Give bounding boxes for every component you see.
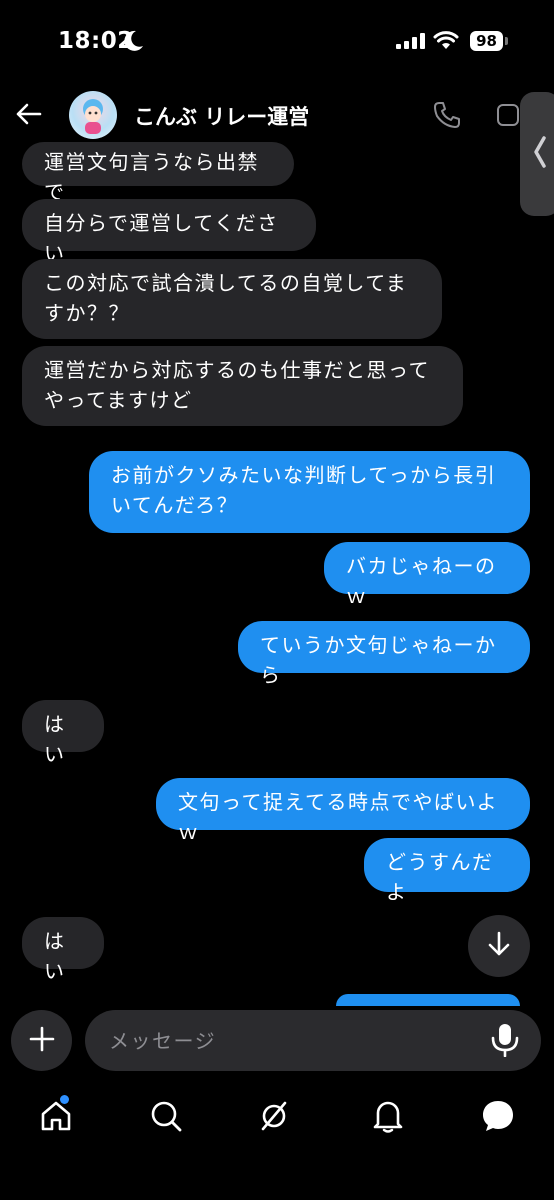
battery-cap (505, 37, 508, 45)
wifi-icon (433, 31, 459, 55)
moon-icon (124, 30, 144, 56)
messages-icon (480, 1098, 516, 1138)
status-time: 18:02 (58, 28, 134, 54)
tab-notifications[interactable] (368, 1098, 408, 1138)
chat-title[interactable]: こんぶ リレー運営 (134, 101, 309, 131)
arrow-down-icon (485, 930, 513, 962)
tab-search[interactable] (146, 1098, 186, 1138)
tab-messages[interactable] (478, 1098, 518, 1138)
signal-icon (396, 33, 426, 53)
notifications-icon (371, 1098, 405, 1138)
message-outgoing[interactable]: どうすんだよ (364, 838, 530, 904)
message-incoming[interactable]: 自分らで運営してください (22, 199, 316, 265)
message-incoming[interactable]: この対応で試合潰してるの自覚してますか？？ (22, 259, 442, 339)
notification-dot (60, 1095, 69, 1104)
microphone-icon[interactable] (490, 1023, 520, 1061)
scroll-to-bottom-button[interactable] (468, 915, 530, 977)
message-outgoing[interactable]: 文句って捉えてる時点でやばいよｗ (156, 778, 530, 844)
add-attachment-button[interactable] (11, 1010, 72, 1071)
avatar[interactable] (69, 91, 117, 139)
message-incoming[interactable]: 運営だから対応するのも仕事だと思ってやってますけど (22, 346, 463, 426)
tab-home[interactable] (36, 1098, 76, 1138)
message-input[interactable] (85, 1010, 541, 1071)
message-outgoing[interactable]: バカじゃねーのｗ (324, 542, 530, 608)
home-icon (38, 1098, 74, 1138)
message-outgoing[interactable]: ていうか文句じゃねーから (238, 621, 530, 687)
back-arrow-icon[interactable] (14, 100, 42, 132)
explore-icon (256, 1098, 292, 1138)
tab-explore[interactable] (254, 1098, 294, 1138)
search-icon (149, 1099, 183, 1137)
plus-icon (29, 1026, 55, 1056)
message-outgoing-partial (336, 994, 520, 1006)
battery-icon: 98 (470, 31, 503, 51)
chevron-left-icon (532, 134, 548, 174)
phone-icon[interactable] (432, 100, 462, 134)
message-incoming[interactable]: はい (22, 917, 104, 983)
message-incoming[interactable]: はい (22, 700, 104, 766)
message-outgoing[interactable]: お前がクソみたいな判断してっから長引いてんだろ？ (89, 451, 530, 533)
message-incoming[interactable]: 運営文句言うなら出禁で (22, 142, 294, 204)
side-panel-handle[interactable] (520, 92, 554, 216)
